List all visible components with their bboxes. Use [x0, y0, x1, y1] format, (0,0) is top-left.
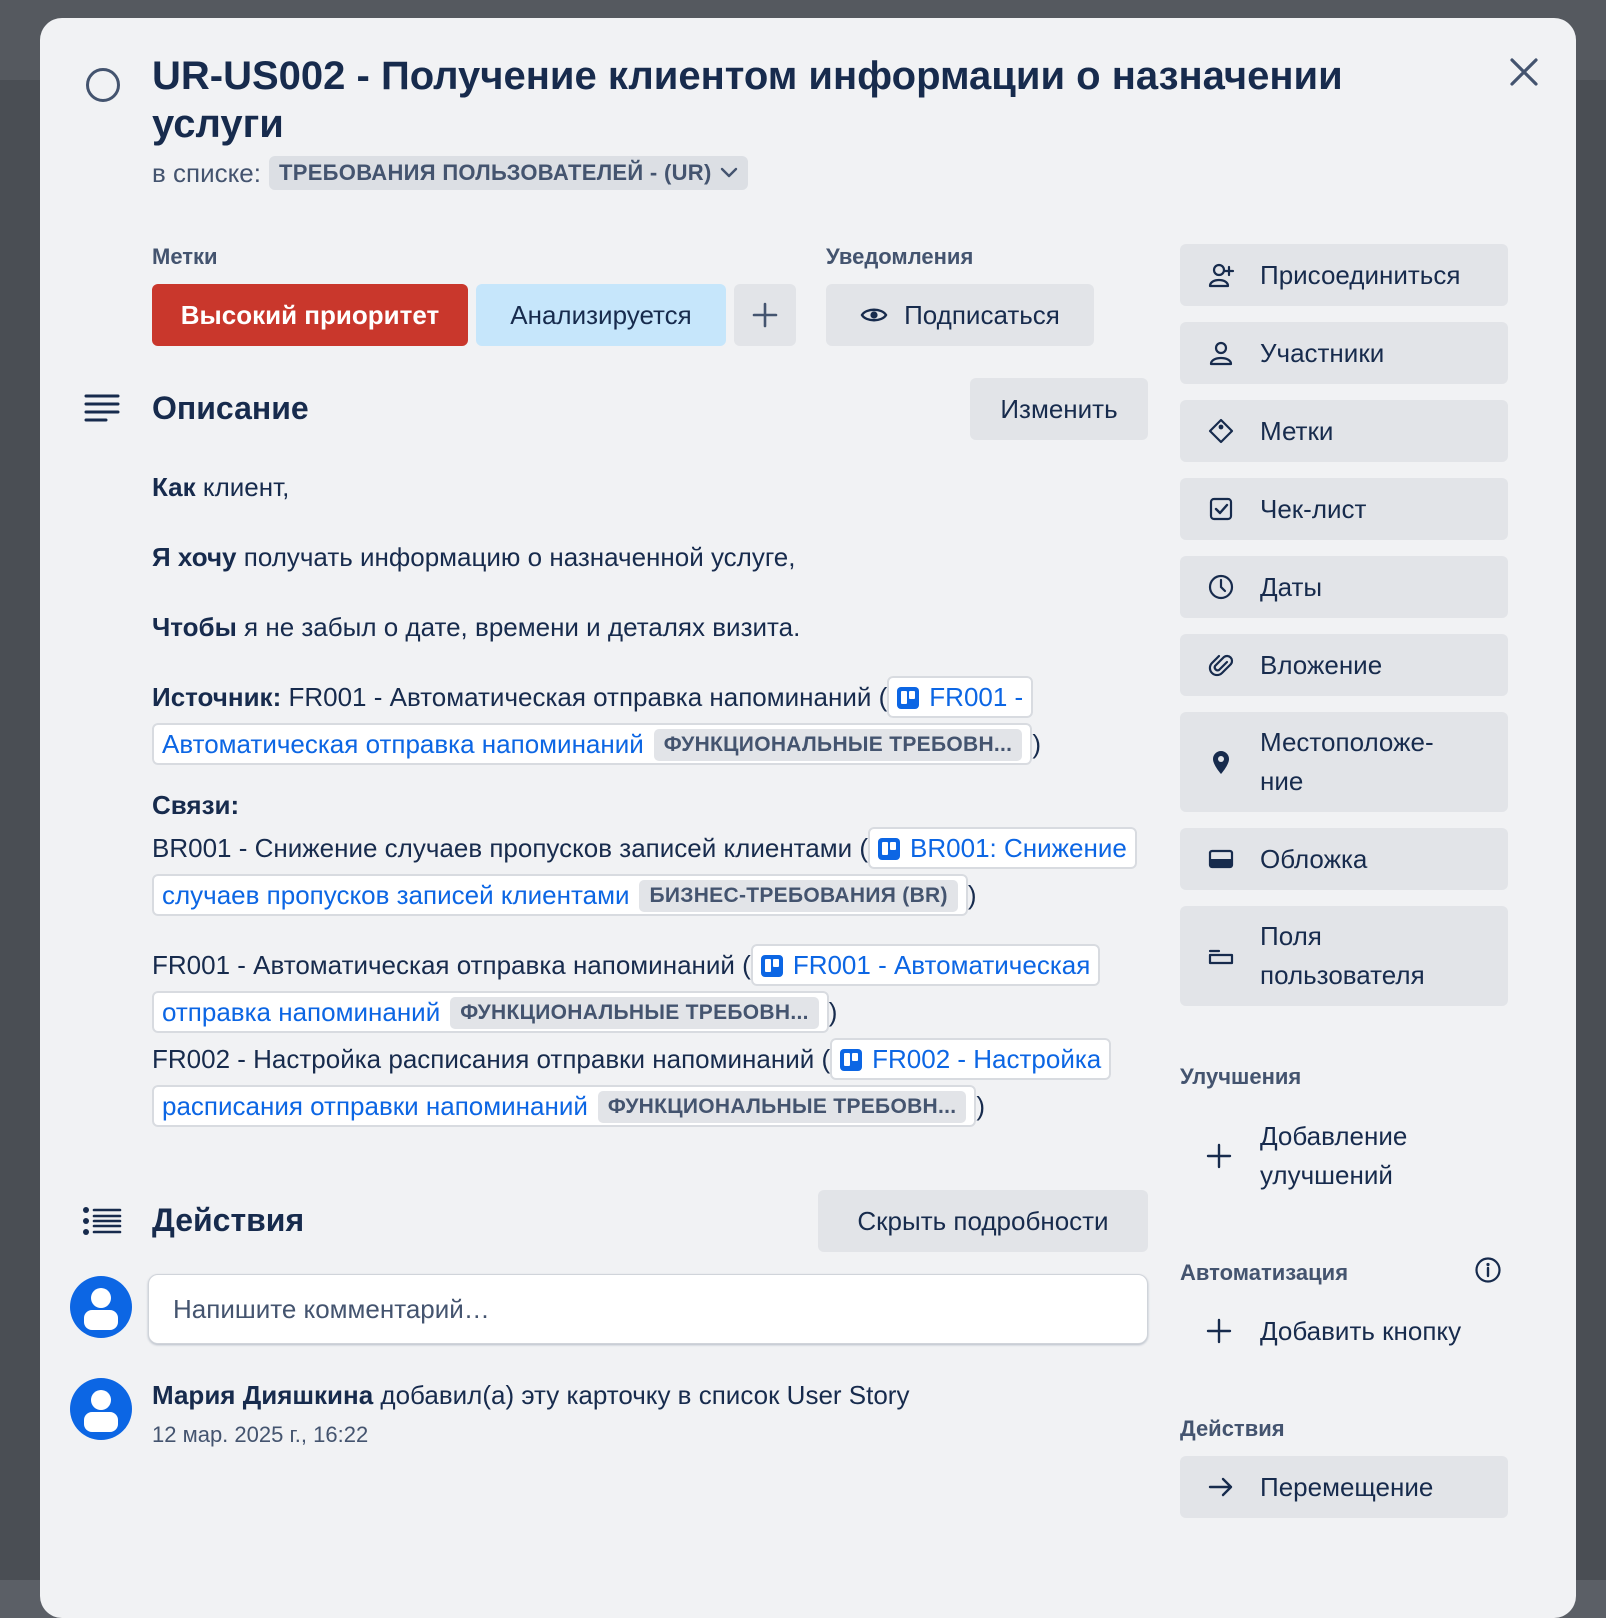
- avatar[interactable]: [70, 1378, 132, 1440]
- label-analyzing[interactable]: Анализируется: [476, 284, 726, 346]
- cover-button[interactable]: Обложка: [1180, 828, 1508, 890]
- list-tag: ФУНКЦИОНАЛЬНЫЕ ТРЕБОВН...: [450, 997, 819, 1029]
- close-button[interactable]: [1500, 48, 1548, 96]
- description-link-item: FR001 - Автоматическая отправка напомина…: [152, 942, 1162, 1036]
- activity-timestamp[interactable]: 12 мар. 2025 г., 16:22: [152, 1422, 368, 1448]
- card-detail-modal: UR-US002 - Получение клиентом информации…: [40, 18, 1576, 1618]
- plus-icon: [1206, 1318, 1236, 1344]
- add-person-icon: [1206, 260, 1236, 290]
- comment-input[interactable]: Напишите комментарий…: [148, 1274, 1148, 1344]
- description-link-item: BR001 - Снижение случаев пропусков запис…: [152, 825, 1162, 919]
- activity-icon: [82, 1206, 122, 1236]
- powerups-heading: Улучшения: [1180, 1064, 1302, 1089]
- edit-description-button[interactable]: Изменить: [970, 378, 1148, 440]
- labels-heading: Метки: [152, 244, 218, 269]
- paperclip-icon: [1206, 650, 1236, 680]
- checklist-button[interactable]: Чек-лист: [1180, 478, 1508, 540]
- add-button-button[interactable]: Добавить кнопку: [1180, 1308, 1508, 1354]
- add-label-button[interactable]: [734, 284, 796, 346]
- attachment-button[interactable]: Вложение: [1180, 634, 1508, 696]
- list-tag: БИЗНЕС-ТРЕБОВАНИЯ (BR): [639, 880, 958, 912]
- description-icon: [84, 393, 120, 423]
- links-label: Связи:: [152, 790, 240, 820]
- members-button[interactable]: Участники: [1180, 322, 1508, 384]
- description-link-item: FR002 - Настройка расписания отправки на…: [152, 1036, 1162, 1130]
- info-icon[interactable]: [1474, 1256, 1502, 1284]
- clock-icon: [1206, 572, 1236, 602]
- card-list-info: в списке: ТРЕБОВАНИЯ ПОЛЬЗОВАТЕЛЕЙ - (UR…: [152, 156, 748, 190]
- trello-icon: [760, 955, 783, 977]
- card-title[interactable]: UR-US002 - Получение клиентом информации…: [152, 52, 1352, 148]
- person-icon: [1206, 338, 1236, 368]
- avatar[interactable]: [70, 1276, 132, 1338]
- dates-button[interactable]: Даты: [1180, 556, 1508, 618]
- eye-icon: [860, 305, 888, 325]
- actions-heading: Действия: [1180, 1416, 1285, 1441]
- description-line-1: Как клиент,: [152, 472, 290, 502]
- join-button[interactable]: Присоединиться: [1180, 244, 1508, 306]
- location-pin-icon: [1206, 747, 1236, 777]
- description-body: Как клиент, Я хочу получать информацию о…: [152, 464, 1162, 1130]
- list-tag: ФУНКЦИОНАЛЬНЫЕ ТРЕБОВН...: [597, 1091, 967, 1123]
- in-list-label: в списке:: [152, 157, 261, 188]
- description-heading: Описание: [152, 390, 309, 426]
- notifications-heading: Уведомления: [826, 244, 974, 269]
- move-button[interactable]: Перемещение: [1180, 1456, 1508, 1518]
- watch-label: Подписаться: [904, 299, 1060, 330]
- labels-button[interactable]: Метки: [1180, 400, 1508, 462]
- plus-icon: [1206, 1143, 1236, 1169]
- list-name: ТРЕБОВАНИЯ ПОЛЬЗОВАТЕЛЕЙ - (UR): [279, 160, 712, 185]
- custom-fields-icon: [1206, 941, 1236, 971]
- activity-text: добавил(а) эту карточку в список User St…: [373, 1380, 910, 1410]
- location-button[interactable]: Местоположе- ние: [1180, 712, 1508, 812]
- close-icon: [1508, 56, 1540, 88]
- trello-icon: [840, 1049, 863, 1071]
- cover-icon: [1206, 844, 1236, 874]
- custom-fields-button[interactable]: Поля пользователя: [1180, 906, 1508, 1006]
- chevron-down-icon: [720, 167, 738, 179]
- arrow-right-icon: [1206, 1472, 1236, 1502]
- activity-heading: Действия: [152, 1202, 305, 1238]
- description-source: Источник: FR001 - Автоматическая отправк…: [152, 674, 1162, 768]
- plus-icon: [752, 302, 778, 328]
- checklist-icon: [1206, 494, 1236, 524]
- list-selector[interactable]: ТРЕБОВАНИЯ ПОЛЬЗОВАТЕЛЕЙ - (UR): [269, 156, 748, 190]
- description-line-2: Я хочу получать информацию о назначенной…: [152, 542, 796, 572]
- description-links: Связи: BR001 - Снижение случаев пропуско…: [152, 785, 1162, 1130]
- trello-icon: [878, 838, 901, 860]
- board-list-left: [0, 80, 40, 1580]
- list-tag: ФУНКЦИОНАЛЬНЫЕ ТРЕБОВН...: [653, 729, 1023, 761]
- activity-author[interactable]: Мария Дияшкина: [152, 1380, 373, 1410]
- hide-details-button[interactable]: Скрыть подробности: [818, 1190, 1148, 1252]
- trello-icon: [897, 687, 920, 709]
- activity-entry: Мария Дияшкина добавил(а) эту карточку в…: [152, 1378, 909, 1412]
- label-icon: [1206, 416, 1236, 446]
- complete-circle-icon[interactable]: [86, 68, 120, 102]
- add-powerups-button[interactable]: Добавление улучшений: [1180, 1114, 1508, 1198]
- watch-button[interactable]: Подписаться: [826, 284, 1094, 346]
- description-line-3: Чтобы я не забыл о дате, времени и детал…: [152, 612, 801, 642]
- automation-heading: Автоматизация: [1180, 1260, 1349, 1285]
- label-high-priority[interactable]: Высокий приоритет: [152, 284, 468, 346]
